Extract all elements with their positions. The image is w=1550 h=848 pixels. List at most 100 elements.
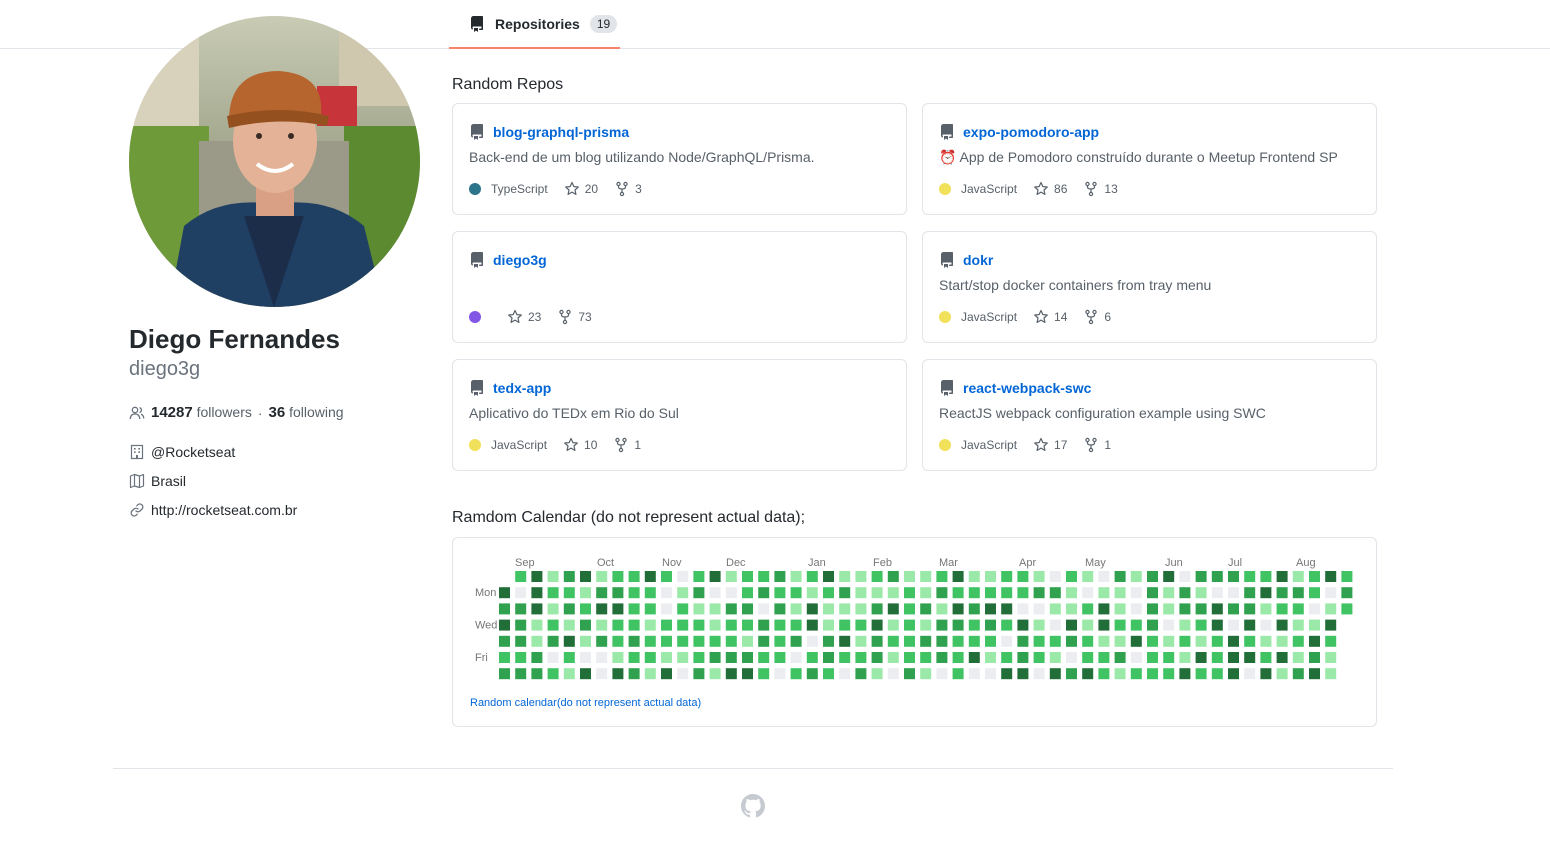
calendar-day-cell[interactable] [596,571,608,582]
calendar-day-cell[interactable] [936,668,948,680]
calendar-day-cell[interactable] [1276,668,1288,680]
calendar-day-cell[interactable] [1147,619,1158,631]
calendar-day-cell[interactable] [823,603,834,615]
calendar-day-cell[interactable] [790,587,802,599]
calendar-day-cell[interactable] [952,571,964,582]
calendar-day-cell[interactable] [580,619,591,631]
calendar-day-cell[interactable] [1179,587,1191,599]
calendar-day-cell[interactable] [628,652,640,663]
calendar-day-cell[interactable] [1195,619,1207,631]
calendar-day-cell[interactable] [952,668,964,680]
calendar-day-cell[interactable] [1001,668,1013,680]
calendar-day-cell[interactable] [612,652,624,663]
calendar-day-cell[interactable] [1114,587,1126,599]
calendar-day-cell[interactable] [758,668,770,680]
calendar-day-cell[interactable] [1001,652,1013,663]
calendar-day-cell[interactable] [1147,635,1158,647]
calendar-day-cell[interactable] [612,603,624,615]
calendar-day-cell[interactable] [920,619,932,631]
calendar-day-cell[interactable] [1098,587,1110,599]
repo-stars[interactable]: 14 [1033,309,1067,325]
calendar-day-cell[interactable] [985,587,996,599]
calendar-day-cell[interactable] [839,652,851,663]
calendar-day-cell[interactable] [774,603,786,615]
calendar-day-cell[interactable] [1130,668,1142,680]
repo-forks[interactable]: 73 [557,309,592,325]
calendar-day-cell[interactable] [871,603,883,615]
calendar-day-cell[interactable] [547,619,559,631]
calendar-day-cell[interactable] [1049,635,1061,647]
calendar-day-cell[interactable] [839,587,851,599]
calendar-day-cell[interactable] [855,603,867,615]
calendar-day-cell[interactable] [1147,587,1158,599]
calendar-day-cell[interactable] [806,587,818,599]
calendar-day-cell[interactable] [580,603,591,615]
calendar-day-cell[interactable] [515,571,527,582]
calendar-day-cell[interactable] [904,619,915,631]
calendar-day-cell[interactable] [887,635,899,647]
calendar-day-cell[interactable] [823,587,834,599]
repo-forks[interactable]: 13 [1083,181,1118,197]
calendar-day-cell[interactable] [1017,668,1029,680]
calendar-day-cell[interactable] [887,603,899,615]
calendar-day-cell[interactable] [1130,571,1142,582]
calendar-day-cell[interactable] [628,635,640,647]
calendar-day-cell[interactable] [774,571,786,582]
calendar-day-cell[interactable] [1066,571,1077,582]
calendar-day-cell[interactable] [563,603,575,615]
calendar-day-cell[interactable] [709,587,721,599]
calendar-day-cell[interactable] [531,619,543,631]
calendar-day-cell[interactable] [871,587,883,599]
calendar-day-cell[interactable] [563,619,575,631]
calendar-day-cell[interactable] [644,652,656,663]
calendar-day-cell[interactable] [855,652,867,663]
calendar-day-cell[interactable] [1292,668,1304,680]
calendar-day-cell[interactable] [531,652,543,663]
calendar-day-cell[interactable] [742,587,753,599]
calendar-day-cell[interactable] [1195,571,1207,582]
calendar-day-cell[interactable] [1195,603,1207,615]
calendar-day-cell[interactable] [936,652,948,663]
calendar-day-cell[interactable] [790,619,802,631]
calendar-day-cell[interactable] [774,619,786,631]
calendar-day-cell[interactable] [547,635,559,647]
calendar-day-cell[interactable] [1098,668,1110,680]
calendar-day-cell[interactable] [677,603,689,615]
calendar-day-cell[interactable] [531,635,543,647]
calendar-day-cell[interactable] [1098,652,1110,663]
calendar-day-cell[interactable] [1082,603,1094,615]
calendar-day-cell[interactable] [531,603,543,615]
calendar-day-cell[interactable] [1001,635,1013,647]
calendar-day-cell[interactable] [920,603,932,615]
calendar-day-cell[interactable] [547,571,559,582]
calendar-day-cell[interactable] [806,619,818,631]
calendar-day-cell[interactable] [855,668,867,680]
calendar-day-cell[interactable] [661,571,672,582]
calendar-day-cell[interactable] [790,571,802,582]
repo-name-link[interactable]: react-webpack-swc [963,380,1091,396]
calendar-day-cell[interactable] [1163,587,1175,599]
calendar-day-cell[interactable] [985,603,996,615]
calendar-day-cell[interactable] [806,652,818,663]
calendar-day-cell[interactable] [855,571,867,582]
calendar-day-cell[interactable] [596,668,608,680]
calendar-day-cell[interactable] [515,635,527,647]
calendar-day-cell[interactable] [1017,619,1029,631]
calendar-day-cell[interactable] [1098,603,1110,615]
calendar-day-cell[interactable] [1082,652,1094,663]
calendar-day-cell[interactable] [1244,587,1256,599]
repo-forks[interactable]: 3 [614,181,642,197]
calendar-day-cell[interactable] [644,603,656,615]
calendar-day-cell[interactable] [1179,619,1191,631]
calendar-day-cell[interactable] [855,635,867,647]
calendar-day-cell[interactable] [661,587,672,599]
calendar-day-cell[interactable] [693,619,705,631]
calendar-day-cell[interactable] [742,652,753,663]
calendar-day-cell[interactable] [1114,668,1126,680]
calendar-day-cell[interactable] [1179,652,1191,663]
calendar-day-cell[interactable] [693,668,705,680]
calendar-day-cell[interactable] [709,652,721,663]
calendar-day-cell[interactable] [531,668,543,680]
calendar-day-cell[interactable] [1163,668,1175,680]
calendar-day-cell[interactable] [742,603,753,615]
